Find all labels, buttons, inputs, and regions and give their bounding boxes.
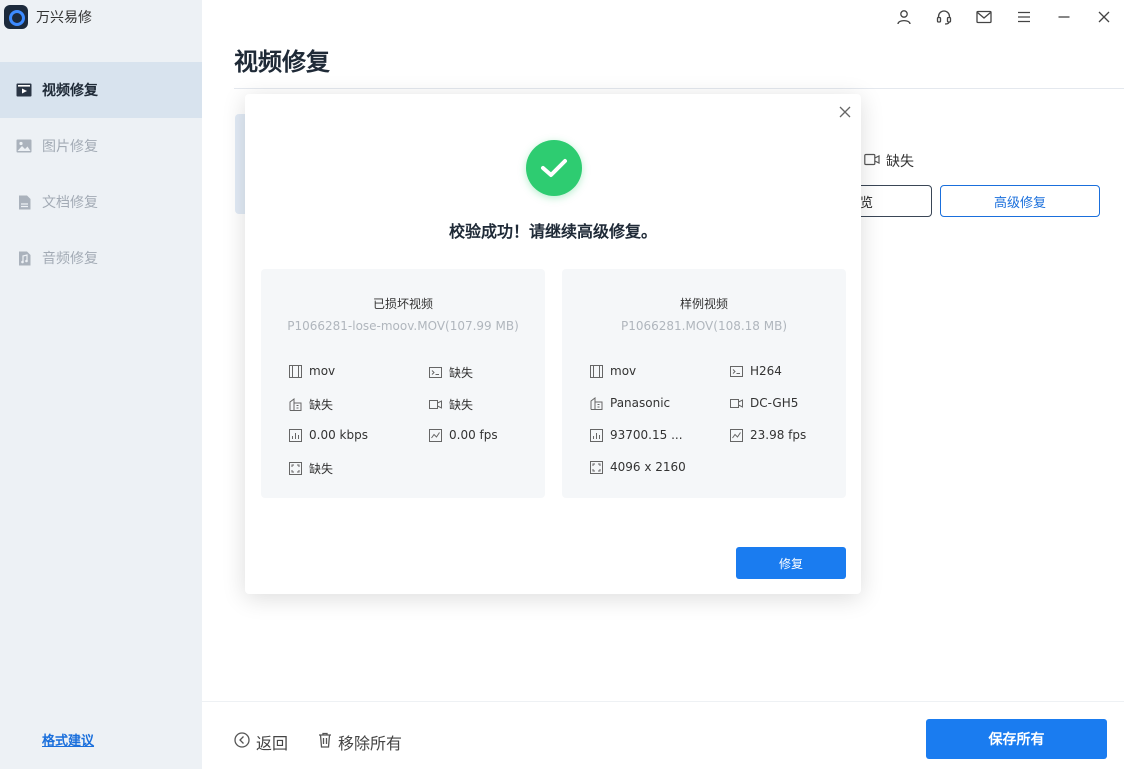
sidebar-item-label: 视频修复 [42,83,98,99]
sidebar-nav: 视频修复 图片修复 文档修复 音频修复 [0,62,202,286]
divider [234,88,1124,89]
brand-attr: Panasonic [590,396,670,410]
fps-icon [429,428,442,442]
sidebar-item-label: 音频修复 [42,251,98,267]
advanced-repair-button[interactable]: 高级修复 [940,185,1100,217]
codec-attr: H264 [730,364,782,378]
camera-info: 缺失 [864,151,914,171]
damaged-video-card: 已损坏视频 P1066281-lose-moov.MOV(107.99 MB) … [261,269,545,498]
format-attr: mov [289,364,335,378]
file-name: P1066281-lose-moov.MOV(107.99 MB) [287,319,519,333]
audio-icon [16,250,32,266]
page-title: 视频修复 [234,48,330,76]
dialog-close-icon[interactable] [837,104,853,120]
building-icon [289,398,302,411]
document-icon [16,194,32,210]
camera-attr: DC-GH5 [730,396,798,410]
image-icon [16,138,32,154]
resolution-icon [289,462,302,475]
resolution-attr: 4096 x 2160 [590,460,686,474]
building-icon [590,396,603,410]
film-icon [590,364,603,378]
headset-icon[interactable] [924,0,964,34]
footer-bar: 返回 移除所有 保存所有 [202,701,1124,769]
brand-attr: 缺失 [289,396,333,413]
codec-icon [429,366,442,379]
verification-dialog: 校验成功！请继续高级修复。 已损坏视频 P1066281-lose-moov.M… [245,94,861,594]
camera-icon [864,153,880,170]
app-brand: 万兴易修 [4,4,92,30]
window-toolbar [884,0,1124,34]
codec-attr: 缺失 [429,364,473,381]
codec-icon [730,365,743,378]
fps-attr: 0.00 fps [429,428,498,442]
sidebar: 万兴易修 视频修复 图片修复 文档修复 音频修复 格式建议 [0,0,202,769]
sidebar-item-label: 图片修复 [42,139,98,155]
card-title: 样例视频 [679,297,728,311]
remove-all-label: 移除所有 [338,734,403,753]
back-button[interactable]: 返回 [234,730,288,754]
success-check-icon [526,140,582,196]
fps-icon [730,428,743,442]
back-icon [234,732,250,752]
resolution-attr: 缺失 [289,460,333,477]
app-name: 万兴易修 [36,10,92,26]
camera-value: 缺失 [886,154,914,170]
user-icon[interactable] [884,0,924,34]
repair-button[interactable]: 修复 [736,547,846,579]
minimize-icon[interactable] [1044,0,1084,34]
back-label: 返回 [256,734,289,753]
bitrate-attr: 93700.15 ... [590,428,683,442]
camera-attr: 缺失 [429,396,473,413]
menu-icon[interactable] [1004,0,1044,34]
film-icon [289,364,302,378]
sidebar-item-label: 文档修复 [42,195,98,211]
camera-icon [730,397,743,410]
sidebar-item-image-repair[interactable]: 图片修复 [0,118,202,174]
save-all-button[interactable]: 保存所有 [926,719,1107,759]
sample-video-card: 样例视频 P1066281.MOV(108.18 MB) mov H264 Pa… [562,269,846,498]
app-logo-icon [4,5,28,29]
format-attr: mov [590,364,636,378]
video-icon [16,82,32,98]
dialog-message: 校验成功！请继续高级修复。 [448,222,657,241]
resolution-icon [590,460,603,474]
remove-all-button[interactable]: 移除所有 [318,730,402,754]
sidebar-item-document-repair[interactable]: 文档修复 [0,174,202,230]
card-title: 已损坏视频 [372,297,433,311]
sidebar-item-audio-repair[interactable]: 音频修复 [0,230,202,286]
sidebar-item-video-repair[interactable]: 视频修复 [0,62,202,118]
mail-icon[interactable] [964,0,1004,34]
close-icon[interactable] [1084,0,1124,34]
bitrate-attr: 0.00 kbps [289,428,368,442]
file-name: P1066281.MOV(108.18 MB) [620,319,788,333]
trash-icon [318,732,332,752]
camera-icon [429,398,442,411]
bitrate-icon [590,428,603,442]
bitrate-icon [289,428,302,442]
fps-attr: 23.98 fps [730,428,806,442]
format-suggestion-link[interactable]: 格式建议 [42,730,94,749]
